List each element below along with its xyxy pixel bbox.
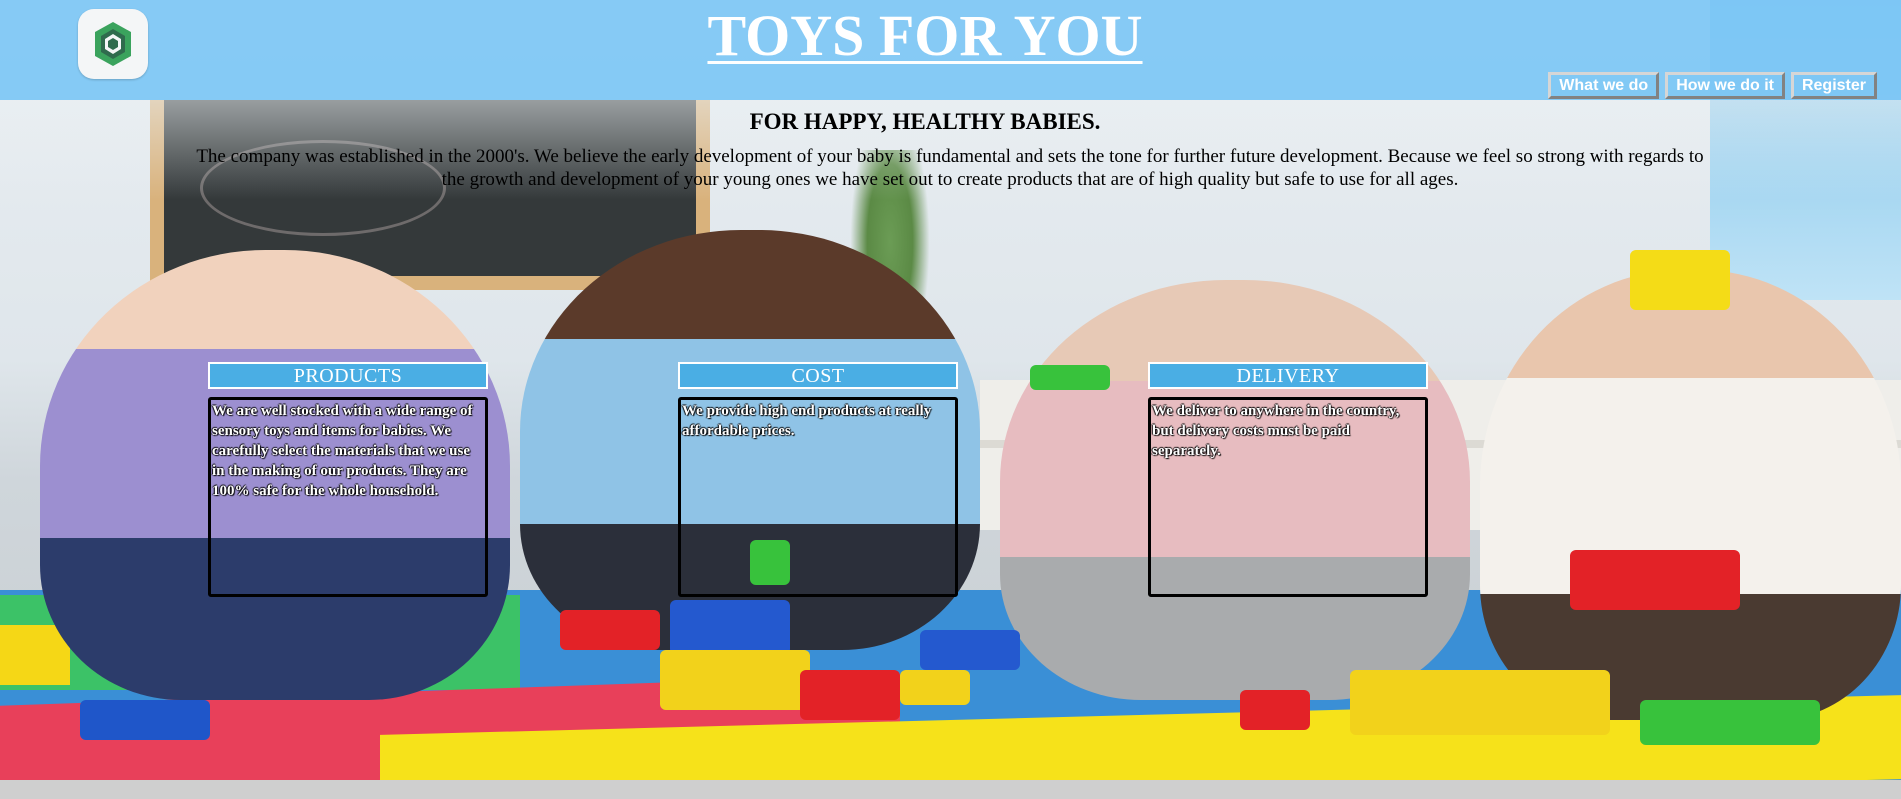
toy-brick (1640, 700, 1820, 745)
card-title: COST (678, 362, 958, 389)
child-figure (1480, 270, 1901, 720)
toy-brick (560, 610, 660, 650)
site-title: TOYS FOR YOU (707, 3, 1143, 68)
card-body: We deliver to anywhere in the country, b… (1148, 397, 1428, 597)
intro-paragraph: The company was established in the 2000'… (196, 146, 1704, 190)
tagline: FOR HAPPY, HEALTHY BABIES. (749, 109, 1101, 134)
toy-brick (660, 650, 810, 710)
toy-brick (1630, 250, 1730, 310)
toy-brick (80, 700, 210, 740)
card-body: We provide high end products at really a… (678, 397, 958, 597)
card-text: We deliver to anywhere in the country, b… (1152, 403, 1400, 459)
card-body: We are well stocked with a wide range of… (208, 397, 488, 597)
card-title: DELIVERY (1148, 362, 1428, 389)
floor-edge (0, 780, 1901, 799)
toy-brick (800, 670, 900, 720)
site-header: TOYS FOR YOU What we do How we do it Reg… (0, 0, 1901, 100)
nav-register-button[interactable]: Register (1790, 72, 1877, 99)
toy-brick (920, 630, 1020, 670)
toy-brick (900, 670, 970, 705)
main-nav: What we do How we do it Register (1548, 72, 1877, 99)
toy-brick (1570, 550, 1740, 610)
delivery-card: DELIVERY We deliver to anywhere in the c… (1148, 362, 1428, 597)
nav-how-we-do-it-button[interactable]: How we do it (1665, 72, 1785, 99)
products-card: PRODUCTS We are well stocked with a wide… (208, 362, 488, 597)
card-text: We provide high end products at really a… (682, 403, 932, 439)
toy-brick (1350, 670, 1610, 735)
toy-brick (670, 600, 790, 655)
nav-what-we-do-button[interactable]: What we do (1548, 72, 1660, 99)
cost-card: COST We provide high end products at rea… (678, 362, 958, 597)
card-text: We are well stocked with a wide range of… (212, 403, 473, 499)
toy-brick (1240, 690, 1310, 730)
card-title: PRODUCTS (208, 362, 488, 389)
toy-brick (1030, 365, 1110, 390)
